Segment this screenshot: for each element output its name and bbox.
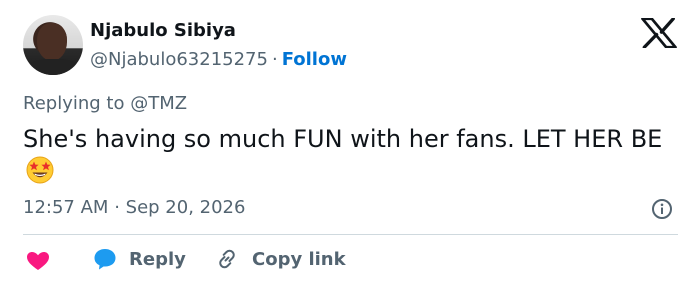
heart-icon[interactable]: [26, 251, 50, 271]
handle-separator: ·: [271, 49, 278, 70]
tweet-meta: 12:57 AM · Sep 20, 2026: [23, 197, 245, 219]
reply-label: Reply: [129, 248, 186, 270]
tweet-text: She's having so much FUN with her fans. …: [23, 125, 663, 153]
follow-button[interactable]: Follow: [282, 49, 347, 70]
star-struck-emoji: [26, 156, 54, 184]
author-name[interactable]: Njabulo Sibiya: [90, 20, 236, 42]
meta-separator: ·: [114, 197, 120, 218]
author-handle[interactable]: @Njabulo63215275: [90, 49, 268, 70]
reply-button[interactable]: Reply: [93, 248, 186, 270]
tweet-date[interactable]: Sep 20, 2026: [126, 197, 246, 218]
replying-to: Replying to @TMZ: [23, 93, 187, 115]
copy-link-button[interactable]: Copy link: [216, 248, 346, 270]
x-logo-icon[interactable]: [641, 18, 677, 48]
avatar-shirt: [25, 59, 81, 75]
reply-bubble-icon: [94, 249, 116, 270]
copy-link-icon: [219, 249, 235, 269]
info-icon[interactable]: [651, 198, 673, 220]
replying-mention[interactable]: @TMZ: [130, 93, 187, 114]
avatar-face: [37, 23, 67, 61]
replying-prefix: Replying to: [23, 93, 125, 114]
copy-link-label: Copy link: [252, 248, 346, 270]
tweet-body: She's having so much FUN with her fans. …: [23, 124, 683, 187]
tweet-time[interactable]: 12:57 AM: [23, 197, 108, 218]
author-handle-row: @Njabulo63215275 · Follow: [90, 49, 347, 71]
divider: [23, 234, 678, 235]
avatar[interactable]: [23, 15, 83, 75]
